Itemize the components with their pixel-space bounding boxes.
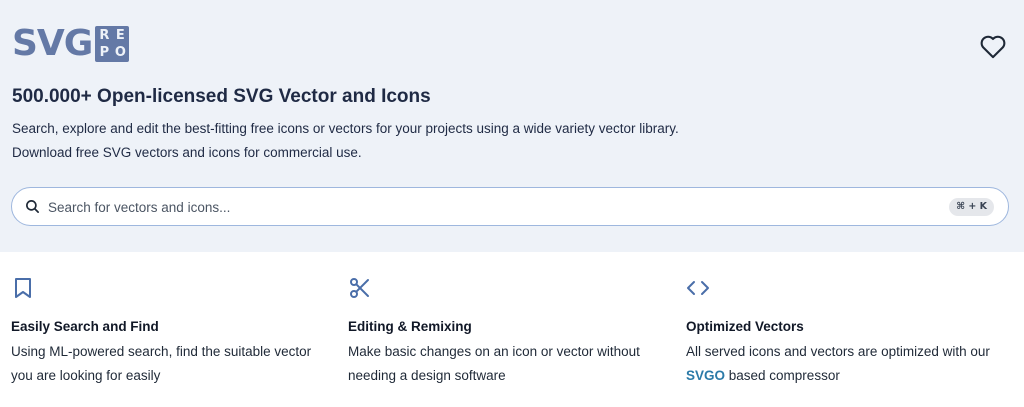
feature-title: Easily Search and Find [11, 319, 159, 334]
feature-description: needing a design software [348, 368, 506, 383]
heart-icon [980, 35, 1006, 59]
feature-title: Optimized Vectors [686, 319, 804, 334]
page-description-secondary: Download free SVG vectors and icons for … [12, 145, 362, 160]
hero-section: SVG R E P O 500.000+ Open-licensed SVG V… [0, 0, 1024, 252]
logo-wordmark: SVG [12, 23, 93, 64]
feature-description: you are looking for easily [11, 368, 161, 383]
feature-description-text: based compressor [725, 368, 840, 383]
code-icon [687, 281, 709, 295]
search-bar[interactable]: ⌘ + K [11, 187, 1009, 226]
logo-letter: E [115, 28, 125, 43]
feature-description: Using ML-powered search, find the suitab… [11, 344, 312, 359]
feature-description: Make basic changes on an icon or vector … [348, 344, 640, 359]
search-input[interactable] [48, 195, 928, 219]
feature-description: SVGO based compressor [686, 368, 840, 383]
logo-letter: P [99, 45, 110, 60]
favorites-button[interactable] [978, 32, 1008, 60]
search-icon [26, 200, 39, 213]
page-description: Search, explore and edit the best-fittin… [12, 121, 679, 136]
keyboard-shortcut-badge: ⌘ + K [949, 198, 994, 216]
svgrepo-logo[interactable]: SVG R E P O [12, 23, 130, 64]
bookmark-icon [15, 278, 31, 298]
svgo-link[interactable]: SVGO [686, 368, 725, 383]
page-headline: 500.000+ Open-licensed SVG Vector and Ic… [12, 86, 431, 107]
feature-title: Editing & Remixing [348, 319, 472, 334]
scissors-icon [350, 278, 369, 298]
logo-letter: O [114, 45, 126, 60]
feature-description: All served icons and vectors are optimiz… [686, 344, 990, 359]
logo-letter: R [99, 28, 110, 43]
logo-repo-box: R E P O [95, 26, 130, 62]
